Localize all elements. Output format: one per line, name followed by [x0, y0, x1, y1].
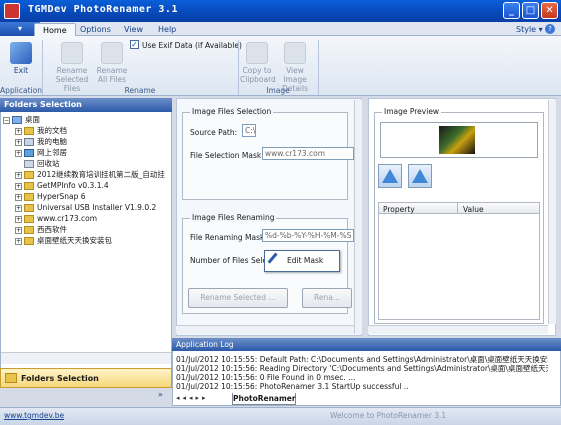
- exit-button[interactable]: Exit: [4, 42, 38, 75]
- properties-table: Property Value: [378, 202, 540, 320]
- tree-item[interactable]: + Universal USB Installer V1.9.0.2: [3, 202, 169, 213]
- rotate-left-icon: [382, 169, 398, 183]
- image-files-renaming-title: Image Files Renaming: [190, 213, 277, 222]
- tab-home[interactable]: Home: [34, 23, 76, 36]
- image-preview-title: Image Preview: [382, 107, 442, 116]
- tree-item[interactable]: − 桌面: [3, 114, 169, 125]
- tree-item[interactable]: + 我的文档: [3, 125, 169, 136]
- log-line: 01/Jul/2012 10:15:56: 0 File Found in 0 …: [176, 373, 356, 382]
- pencil-icon: [267, 252, 285, 270]
- clipboard-icon: [246, 42, 268, 64]
- app-icon: [4, 3, 20, 19]
- rename-selected-button[interactable]: Rename Selected ...: [188, 288, 288, 308]
- tree-item[interactable]: + 网上邻居: [3, 147, 169, 158]
- folders-selection-bar[interactable]: Folders Selection: [0, 368, 172, 388]
- edit-mask-button[interactable]: Edit Mask: [264, 250, 340, 272]
- rotate-right-button[interactable]: [408, 164, 432, 188]
- image-thumbnail: [439, 126, 475, 154]
- binoculars-icon: [284, 42, 306, 64]
- number-of-files-label: Number of Files Selected:: [190, 256, 270, 265]
- file-renaming-mask-label: File Renaming Mask:: [190, 233, 267, 242]
- log-nav-arrows[interactable]: ◂◂◂▸▸: [176, 394, 236, 402]
- rotate-left-button[interactable]: [378, 164, 402, 188]
- rename-all-files-button[interactable]: Rename All Files: [94, 42, 130, 84]
- tree-item[interactable]: + 我的电脑: [3, 136, 169, 147]
- maximize-button[interactable]: □: [522, 2, 539, 19]
- image-preview-frame: [380, 122, 538, 158]
- column-header-value[interactable]: Value: [463, 205, 484, 214]
- column-header-property[interactable]: Property: [383, 205, 415, 214]
- center-h-scrollbar[interactable]: [176, 325, 354, 334]
- copy-to-clipboard-button[interactable]: Copy to Clipboard: [240, 42, 276, 84]
- tab-photorenamer-log[interactable]: PhotoRenamer: [232, 393, 296, 405]
- group-separator: [318, 40, 319, 95]
- file-renaming-mask-input[interactable]: %d-%b-%Y-%H-%M-%S: [262, 229, 354, 242]
- help-icon[interactable]: ?: [545, 24, 555, 34]
- tree-item[interactable]: + HyperSnap 6: [3, 191, 169, 202]
- log-line: 01/Jul/2012 10:15:56: Reading Directory …: [176, 364, 548, 373]
- tree-item[interactable]: +2012继续教育培训挂机第二版_自动挂: [3, 169, 169, 180]
- preview-scrollbar[interactable]: [548, 100, 556, 324]
- image-files-selection-title: Image Files Selection: [190, 107, 274, 116]
- rename-all-button[interactable]: Rena...: [302, 288, 352, 308]
- exit-icon: [10, 42, 32, 64]
- tab-view[interactable]: View: [116, 23, 151, 36]
- folders-header: Folders Selection: [0, 98, 172, 112]
- file-selection-mask-label: File Selection Mask:: [190, 151, 264, 160]
- use-exif-checkbox[interactable]: ✓: [130, 40, 139, 49]
- tree-item[interactable]: + 桌面壁纸天天换安装包: [3, 235, 169, 246]
- source-path-input[interactable]: C:\: [242, 124, 256, 137]
- file-selection-mask-input[interactable]: www.cr173.com: [262, 147, 354, 160]
- website-link[interactable]: www.tgmdev.be: [4, 411, 64, 420]
- tree-item[interactable]: 回收站: [3, 158, 169, 169]
- tree-item[interactable]: + www.cr173.com: [3, 213, 169, 224]
- tab-help[interactable]: Help: [150, 23, 184, 36]
- group-label-application: Application: [0, 86, 42, 95]
- group-label-rename: Rename: [124, 86, 156, 95]
- status-message: Welcome to PhotoRenamer 3.1: [330, 411, 447, 420]
- log-lines: 01/Jul/2012 10:15:55: Default Path: C:\D…: [176, 355, 548, 391]
- folder-icon: [5, 373, 17, 383]
- title-bar: TGMDev PhotoRenamer 3.1 _ □ ✕: [0, 0, 561, 22]
- tree-item[interactable]: + GetMPInfo v0.3.1.4: [3, 180, 169, 191]
- minimize-button[interactable]: _: [503, 2, 520, 19]
- source-path-label: Source Path:: [190, 128, 238, 137]
- rotate-right-icon: [412, 169, 428, 183]
- expand-chevron-icon[interactable]: »: [158, 390, 163, 399]
- group-label-image: Image: [266, 86, 290, 95]
- folder-tree: − 桌面 + 我的文档 + 我的电脑 + 网上邻居 回收站 +2012继续教育培训挂机第…: [3, 114, 169, 246]
- close-button[interactable]: ✕: [541, 2, 558, 19]
- rename-all-icon: [101, 42, 123, 64]
- log-line: 01/Jul/2012 10:15:55: Default Path: C:\D…: [176, 355, 548, 364]
- log-line: 01/Jul/2012 10:15:56: PhotoRenamer 3.1 S…: [176, 382, 409, 391]
- center-scrollbar[interactable]: [354, 100, 362, 334]
- rename-icon: [61, 42, 83, 64]
- application-log-header: Application Log: [172, 338, 561, 351]
- use-exif-label: Use Exif Data (if Available): [142, 41, 242, 50]
- horizontal-scrollbar[interactable]: [1, 352, 171, 364]
- status-bar: [0, 407, 561, 425]
- window-title: TGMDev PhotoRenamer 3.1: [28, 4, 178, 15]
- preview-h-scrollbar[interactable]: [368, 325, 548, 334]
- tab-options[interactable]: Options: [72, 23, 119, 36]
- column-divider: [457, 203, 458, 214]
- tree-item[interactable]: + 西西软件: [3, 224, 169, 235]
